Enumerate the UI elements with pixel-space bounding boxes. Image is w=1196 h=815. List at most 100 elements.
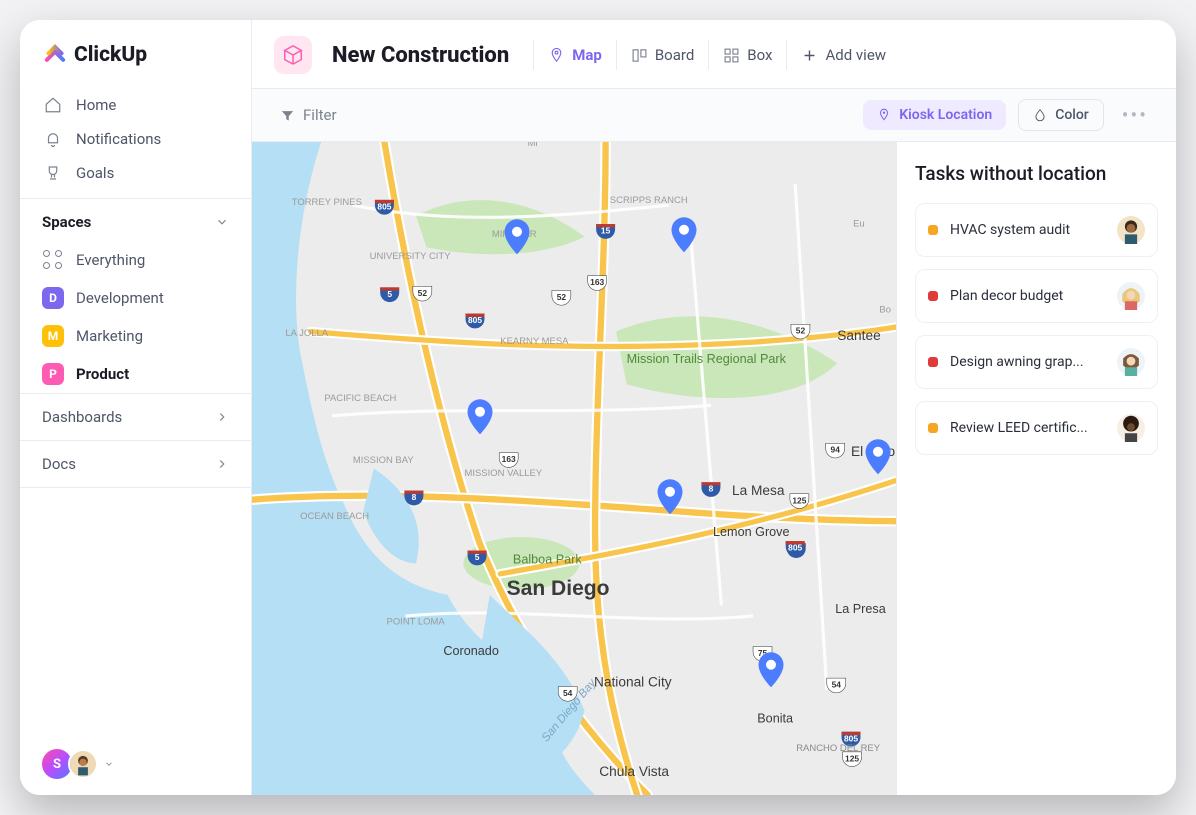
svg-text:805: 805 <box>377 201 391 211</box>
bell-icon <box>44 130 62 148</box>
tab-box[interactable]: Box <box>708 40 786 70</box>
map-label-ranchodelrey: RANCHO DEL REY <box>796 743 881 754</box>
nav-label: Notifications <box>76 130 161 148</box>
assignee-avatar <box>1117 414 1145 442</box>
map-label-lamesa: La Mesa <box>732 483 785 498</box>
svg-text:5: 5 <box>387 289 392 299</box>
tab-label: Add view <box>825 46 886 64</box>
tasks-panel-title: Tasks without location <box>915 162 1158 185</box>
task-card[interactable]: Plan decor budget <box>915 269 1158 323</box>
chevron-down-icon <box>215 215 229 229</box>
plus-icon <box>801 47 818 64</box>
svg-text:SCRIPPS RANCH: SCRIPPS RANCH <box>610 195 688 206</box>
grid-icon <box>723 47 740 64</box>
map-area[interactable]: 805 15 5 805 8 8 5 52 52 94 125 163 163 … <box>252 142 896 795</box>
clickup-logo-icon <box>42 42 68 68</box>
filter-icon <box>280 108 295 123</box>
tab-board[interactable]: Board <box>616 40 708 70</box>
svg-text:LA JOLLA: LA JOLLA <box>285 328 328 339</box>
svg-text:15: 15 <box>601 226 611 236</box>
map-pin[interactable] <box>669 217 699 255</box>
main-area: New Construction Map Board Box Add view <box>252 20 1176 795</box>
filter-button[interactable]: Filter <box>274 100 343 130</box>
tab-map[interactable]: Map <box>533 40 616 70</box>
app-window: ClickUp Home Notifications Goals Spaces … <box>20 20 1176 795</box>
tab-label: Map <box>572 46 602 64</box>
svg-text:Mi: Mi <box>528 142 538 149</box>
svg-text:MISSION BAY: MISSION BAY <box>353 455 415 466</box>
chevron-right-icon <box>215 410 229 424</box>
status-dot-icon <box>928 291 938 301</box>
spaces-title: Spaces <box>42 213 91 231</box>
content: 805 15 5 805 8 8 5 52 52 94 125 163 163 … <box>252 142 1176 795</box>
map-pin[interactable] <box>756 652 786 690</box>
toolbar: Filter Kiosk Location Color ••• <box>252 89 1176 142</box>
header: New Construction Map Board Box Add view <box>252 20 1176 89</box>
home-icon <box>44 96 62 114</box>
svg-text:52: 52 <box>796 326 806 336</box>
more-button[interactable]: ••• <box>1116 103 1154 127</box>
user-menu[interactable]: S <box>20 733 251 795</box>
sidebar-item-marketing[interactable]: M Marketing <box>20 317 251 355</box>
map-label-sandiego: San Diego <box>507 577 610 600</box>
svg-text:163: 163 <box>590 277 604 287</box>
sidebar-item-development[interactable]: D Development <box>20 279 251 317</box>
assignee-avatar <box>1117 348 1145 376</box>
sidebar-item-notifications[interactable]: Notifications <box>20 122 251 156</box>
sidebar-item-docs[interactable]: Docs <box>20 440 251 488</box>
svg-text:54: 54 <box>832 680 842 690</box>
map-pin[interactable] <box>655 479 685 517</box>
sidebar-item-home[interactable]: Home <box>20 88 251 122</box>
pin-icon <box>548 47 565 64</box>
map-label-lapresa: La Presa <box>835 602 887 616</box>
svg-text:OCEAN BEACH: OCEAN BEACH <box>300 511 369 522</box>
kiosk-location-chip[interactable]: Kiosk Location <box>863 100 1006 130</box>
svg-text:52: 52 <box>418 288 428 298</box>
map-canvas: 805 15 5 805 8 8 5 52 52 94 125 163 163 … <box>252 142 896 795</box>
board-icon <box>631 47 648 64</box>
sb-label: Dashboards <box>42 408 122 426</box>
status-dot-icon <box>928 357 938 367</box>
pin-icon <box>877 108 891 122</box>
brand-logo[interactable]: ClickUp <box>20 20 251 86</box>
nav-label: Goals <box>76 164 114 182</box>
map-label-santee: Santee <box>837 328 880 343</box>
svg-text:5: 5 <box>475 552 480 562</box>
add-view-button[interactable]: Add view <box>786 40 900 70</box>
sidebar: ClickUp Home Notifications Goals Spaces … <box>20 20 252 795</box>
map-pin[interactable] <box>502 219 532 257</box>
chip-label: Color <box>1055 107 1089 123</box>
sidebar-item-product[interactable]: P Product <box>20 355 251 393</box>
filter-label: Filter <box>303 106 337 124</box>
sb-label: Docs <box>42 455 76 473</box>
chevron-down-icon <box>104 759 114 769</box>
task-card[interactable]: Design awning grap... <box>915 335 1158 389</box>
map-pin[interactable] <box>465 399 495 437</box>
map-pin[interactable] <box>863 439 893 477</box>
tasks-panel: Tasks without location HVAC system audit… <box>896 142 1176 795</box>
spaces-header[interactable]: Spaces <box>20 198 251 241</box>
project-icon <box>274 36 312 74</box>
map-label-missiontrails: Mission Trails Regional Park <box>627 352 787 366</box>
task-card[interactable]: HVAC system audit <box>915 203 1158 257</box>
svg-text:MISSION VALLEY: MISSION VALLEY <box>464 468 542 479</box>
map-label-chulavista: Chula Vista <box>599 764 669 779</box>
task-card[interactable]: Review LEED certific... <box>915 401 1158 455</box>
task-label: Design awning grap... <box>950 354 1105 370</box>
svg-text:8: 8 <box>709 484 714 494</box>
task-label: Plan decor budget <box>950 288 1105 304</box>
sidebar-item-dashboards[interactable]: Dashboards <box>20 393 251 440</box>
space-label: Development <box>76 289 164 307</box>
color-chip[interactable]: Color <box>1018 99 1104 131</box>
space-badge-icon: M <box>42 325 64 347</box>
map-label-nationalcity: National City <box>594 675 672 690</box>
sidebar-item-everything[interactable]: Everything <box>20 241 251 279</box>
project-title: New Construction <box>332 43 509 68</box>
assignee-avatar <box>1117 216 1145 244</box>
svg-text:125: 125 <box>792 495 806 505</box>
svg-text:Eu: Eu <box>853 218 865 229</box>
sidebar-item-goals[interactable]: Goals <box>20 156 251 190</box>
space-badge-icon: D <box>42 287 64 309</box>
droplet-icon <box>1033 108 1047 122</box>
tab-label: Box <box>747 46 772 64</box>
